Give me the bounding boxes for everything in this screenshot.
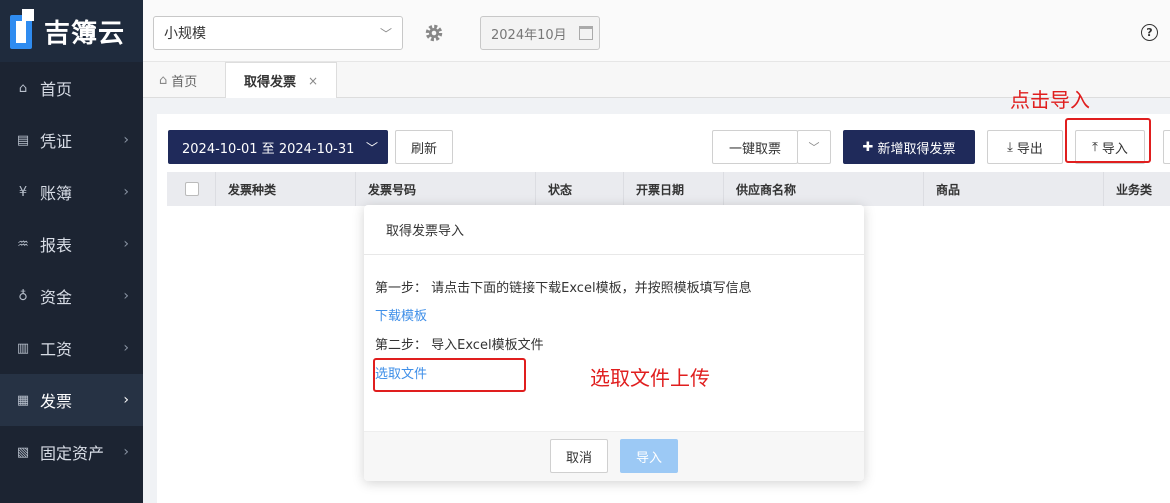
sidebar-item-label: 发票 [40,392,73,411]
add-invoice-label: 新增取得发票 [877,141,956,157]
sidebar-item-voucher[interactable]: ▤ 凭证 › [0,114,143,166]
chevron-down-icon: ﹀ [365,140,378,155]
chevron-right-icon: › [123,184,129,200]
period-value: 2024年10月 [491,27,567,43]
sidebar-item-home[interactable]: ⌂ 首页 [0,62,143,114]
sidebar-item-label: 固定资产 [40,444,105,463]
home-icon: ⌂ [18,80,28,96]
chevron-right-icon: › [123,392,129,408]
column-header[interactable]: 发票种类 [215,172,355,206]
fixed-asset-icon: ▧ [16,444,30,460]
export-label: 导出 [1016,141,1043,157]
import-dialog: 取得发票导入 第一步： 请点击下面的链接下载Excel模板，并按照模板填写信息 … [364,205,864,481]
tab-home-label: 首页 [171,74,198,90]
sidebar-item-label: 报表 [40,236,73,255]
logo: 吉簿云 [0,0,143,62]
download-icon: ⤓ [1007,139,1013,155]
sidebar-item-report[interactable]: ♒ 报表 › [0,218,143,270]
choose-upload-annotation: 选取文件上传 [590,366,710,390]
tab-acquired-invoice[interactable]: 取得发票 × [225,62,337,98]
help-icon[interactable]: ? [1141,24,1158,41]
fund-icon: ♁ [18,288,28,304]
download-template-link[interactable]: 下载模板 [375,305,427,324]
chevron-down-icon: ﹀ [379,26,392,41]
more-toolbar-button[interactable] [1163,130,1170,164]
select-all-checkbox[interactable] [185,182,199,196]
dialog-footer: 取消 导入 [364,431,864,481]
plus-icon: ✚ [862,139,874,155]
export-button[interactable]: ⤓ 导出 [987,130,1063,164]
salary-icon: ▥ [16,340,30,356]
chevron-right-icon: › [123,340,129,356]
tab-home[interactable]: ⌂ 首页 [159,62,197,98]
column-header[interactable]: 状态 [535,172,623,206]
home-icon: ⌂ [159,72,168,88]
column-header[interactable]: 业务类 [1103,172,1170,206]
top-bar: 小规模 ﹀ 2024年10月 ? [143,0,1170,62]
sidebar-item-fund[interactable]: ♁ 资金 › [0,270,143,322]
refresh-button[interactable]: 刷新 [395,130,453,164]
invoice-icon: ▦ [16,392,30,408]
calendar-icon [579,26,593,40]
click-import-annotation: 点击导入 [1010,88,1090,112]
import-highlight-box [1065,118,1151,163]
report-chart-icon: ♒ [17,236,29,252]
dialog-title: 取得发票导入 [364,205,864,255]
voucher-icon: ▤ [16,132,30,148]
brand-name: 吉簿云 [44,18,126,49]
step-one-text: 第一步： 请点击下面的链接下载Excel模板，并按照模板填写信息 [375,281,752,296]
taxpayer-type-select[interactable]: 小规模 ﹀ [153,16,403,50]
column-header[interactable]: 商品 [923,172,1103,206]
column-header[interactable]: 开票日期 [623,172,723,206]
sidebar-item-invoice[interactable]: ▦ 发票 › [0,374,143,426]
chevron-right-icon: › [123,132,129,148]
chevron-right-icon: › [123,444,129,460]
cancel-button[interactable]: 取消 [550,439,608,473]
sidebar-item-label: 资金 [40,288,73,307]
sidebar-item-salary[interactable]: ▥ 工资 › [0,322,143,374]
step-two-text: 第二步： 导入Excel模板文件 [375,338,544,353]
logo-icon [6,9,38,53]
ledger-icon: ¥ [18,184,28,200]
one-click-fetch-button[interactable]: 一键取票 [712,130,798,164]
column-header[interactable]: 供应商名称 [723,172,923,206]
close-icon[interactable]: × [308,74,318,88]
confirm-import-button[interactable]: 导入 [620,439,678,473]
chevron-right-icon: › [123,288,129,304]
choose-file-highlight-box [373,358,526,392]
taxpayer-type-value: 小规模 [164,26,206,42]
sidebar-item-label: 账簿 [40,184,73,203]
sidebar-item-label: 首页 [40,80,73,99]
sidebar-item-ledger[interactable]: ¥ 账簿 › [0,166,143,218]
gear-icon[interactable] [423,22,445,44]
chevron-down-icon: ﹀ [808,141,820,154]
sidebar-item-fixed-asset[interactable]: ▧ 固定资产 › [0,426,143,478]
add-invoice-button[interactable]: ✚ 新增取得发票 [843,130,975,164]
date-range-picker[interactable]: 2024-10-01 至 2024-10-31 ﹀ [168,130,388,164]
one-click-dropdown-button[interactable]: ﹀ [797,130,831,164]
table-header: 发票种类 发票号码 状态 开票日期 供应商名称 商品 业务类 [167,172,1170,206]
column-header[interactable]: 发票号码 [355,172,535,206]
tab-current-label: 取得发票 [243,75,296,90]
sidebar: 吉簿云 ⌂ 首页 ▤ 凭证 › ¥ 账簿 › ♒ 报表 › ♁ 资金 › ▥ 工… [0,0,143,503]
chevron-right-icon: › [123,236,129,252]
date-range-value: 2024-10-01 至 2024-10-31 [182,141,355,157]
period-picker[interactable]: 2024年10月 [480,16,600,50]
sidebar-item-label: 凭证 [40,132,73,151]
sidebar-item-label: 工资 [40,340,73,359]
